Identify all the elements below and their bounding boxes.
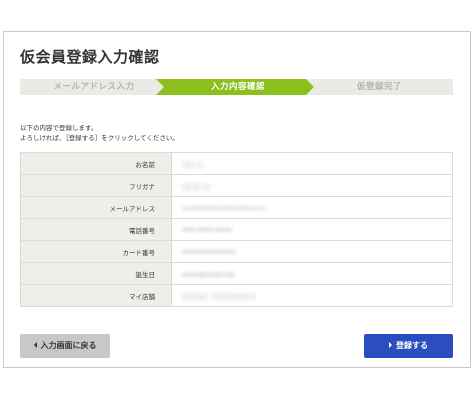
- intro-text: 以下の内容で登録します。 よろしければ、［登録する］をクリックしてください。: [20, 123, 179, 143]
- blurred-value: 〇〇〇 〇: [182, 182, 211, 191]
- field-value-my-store: 〇〇〇〇（〇〇〇〇〇〇）: [171, 284, 453, 307]
- step-confirm-input: 入力内容確認: [156, 79, 314, 95]
- chevron-left-icon: [33, 341, 37, 348]
- field-value-phone: 000-0000-0000: [171, 218, 453, 241]
- field-value-birthday: 0000年00月00日: [171, 262, 453, 285]
- blurred-value: 0000000000000: [182, 247, 236, 256]
- step-label: メールアドレス入力: [53, 82, 135, 92]
- step-email-input: メールアドレス入力: [20, 79, 168, 95]
- table-row: カード番号 0000000000000: [20, 240, 453, 263]
- field-value-furigana: 〇〇〇 〇: [171, 174, 453, 197]
- field-label-email: メールアドレス: [20, 196, 172, 219]
- register-button-label: 登録する: [396, 341, 428, 350]
- table-row: 電話番号 000-0000-0000: [20, 218, 453, 241]
- blurred-value: 000-0000-0000: [182, 225, 233, 234]
- chevron-right-icon: [389, 341, 392, 348]
- table-row: お名前 〇〇 〇: [20, 152, 453, 175]
- blurred-value: 〇〇 〇: [182, 160, 204, 169]
- register-button[interactable]: 登録する: [364, 334, 453, 358]
- step-label: 入力内容確認: [210, 82, 265, 92]
- progress-steps: メールアドレス入力 入力内容確認 仮登録完了: [20, 79, 453, 95]
- back-to-input-button[interactable]: 入力画面に戻る: [20, 334, 110, 358]
- field-label-card-number: カード番号: [20, 240, 172, 263]
- field-label-furigana: フリガナ: [20, 174, 172, 197]
- field-label-name: お名前: [20, 152, 172, 175]
- field-value-card-number: 0000000000000: [171, 240, 453, 263]
- field-label-phone: 電話番号: [20, 218, 172, 241]
- blurred-value: 0000年00月00日: [182, 270, 235, 279]
- field-value-name: 〇〇 〇: [171, 152, 453, 175]
- step-label: 仮登録完了: [356, 82, 402, 92]
- field-label-my-store: マイ店舗: [20, 284, 172, 307]
- table-row: 誕生日 0000年00月00日: [20, 262, 453, 285]
- field-value-email: xxxxxxxxxxxxxxxxxxx.xx: [171, 196, 453, 219]
- back-button-label: 入力画面に戻る: [40, 341, 97, 350]
- intro-line-1: 以下の内容で登録します。: [20, 124, 98, 132]
- step-provisional-complete: 仮登録完了: [306, 79, 453, 95]
- page-title: 仮会員登録入力確認: [20, 48, 160, 66]
- confirmation-panel: 仮会員登録入力確認 メールアドレス入力 入力内容確認 仮登録完了 以下の内容で登…: [3, 31, 471, 368]
- blurred-value: 〇〇〇〇（〇〇〇〇〇〇）: [182, 292, 260, 301]
- intro-line-2: よろしければ、［登録する］をクリックしてください。: [20, 134, 179, 142]
- table-row: メールアドレス xxxxxxxxxxxxxxxxxxx.xx: [20, 196, 453, 219]
- table-row: フリガナ 〇〇〇 〇: [20, 174, 453, 197]
- field-label-birthday: 誕生日: [20, 262, 172, 285]
- confirmation-table: お名前 〇〇 〇 フリガナ 〇〇〇 〇 メールアドレス xxxxxxxxxxxx…: [20, 152, 453, 307]
- table-row: マイ店舗 〇〇〇〇（〇〇〇〇〇〇）: [20, 284, 453, 307]
- blurred-value: xxxxxxxxxxxxxxxxxxx.xx: [182, 203, 265, 212]
